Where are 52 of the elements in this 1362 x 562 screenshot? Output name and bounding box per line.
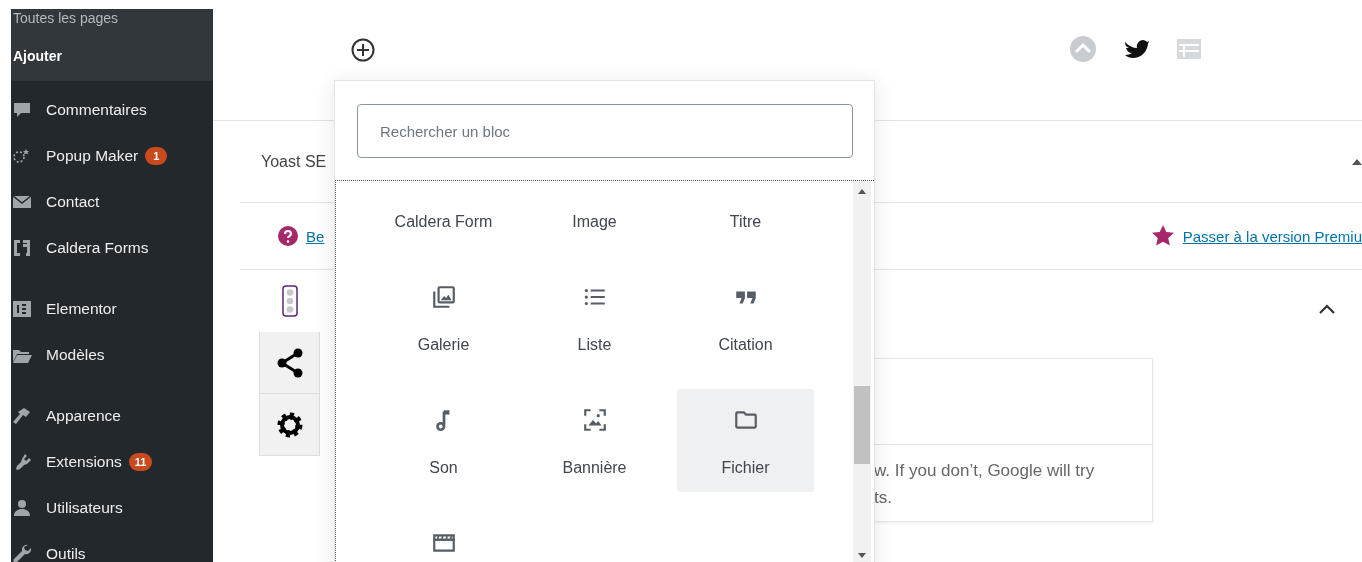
help-icon[interactable] — [278, 226, 298, 246]
sidebar-item[interactable]: Extensions 11 — [11, 439, 213, 485]
sidebar-item[interactable]: Contact — [11, 179, 213, 225]
block-item[interactable]: Bannière — [526, 389, 663, 492]
sidebar-label: Popup Maker — [46, 147, 139, 165]
sidebar-label: Contact — [46, 193, 100, 211]
block-item[interactable]: Fichier — [677, 389, 814, 492]
search-field[interactable]: Rechercher un bloc — [357, 104, 853, 158]
block-item[interactable]: Galerie — [375, 266, 512, 369]
sidebar-label: Utilisateurs — [46, 499, 123, 517]
add-block-button[interactable] — [349, 36, 377, 64]
sidebar-label: Outils — [46, 545, 86, 562]
count-badge: 11 — [128, 453, 153, 471]
sidebar-item[interactable]: Elementor — [11, 286, 213, 332]
collapse-icon[interactable] — [1352, 158, 1362, 165]
block-item[interactable]: Citation — [677, 266, 814, 369]
block-item[interactable]: Liste — [526, 266, 663, 369]
sidebar-label: Modèles — [46, 346, 105, 364]
sidebar-label: Apparence — [46, 407, 121, 425]
panel-title: Yoast SE — [261, 152, 327, 171]
sidebar-item[interactable]: Popup Maker 1 — [11, 133, 213, 179]
panel-tab[interactable] — [259, 332, 320, 394]
help-link[interactable]: Be — [306, 227, 325, 245]
sidebar-item[interactable]: Commentaires — [11, 87, 213, 133]
submenu-item[interactable]: Ajouter — [13, 47, 213, 75]
sidebar-label: Elementor — [46, 300, 117, 318]
block-item[interactable]: Image — [526, 181, 663, 246]
sidebar-item[interactable]: Apparence — [11, 393, 213, 439]
gallery-icon — [430, 284, 457, 310]
share-icon — [276, 346, 303, 379]
sidebar-label: Extensions — [46, 453, 122, 471]
sidebar-item[interactable]: Outils — [11, 531, 213, 562]
chevron-up-icon[interactable] — [1318, 303, 1336, 315]
panel-tab[interactable] — [259, 394, 320, 456]
premium-link[interactable]: Passer à la version Premiu — [1182, 227, 1362, 245]
block-item[interactable]: Caldera Form — [375, 181, 512, 246]
count-badge: 1 — [145, 147, 168, 165]
star-icon — [1150, 224, 1175, 248]
block-item[interactable]: Titre — [677, 181, 814, 246]
scroll-up-icon[interactable] — [858, 189, 866, 194]
sidebar-label: Caldera Forms — [46, 239, 149, 257]
cover-image-icon — [581, 407, 608, 433]
sidebar-item[interactable]: Modèles — [11, 332, 213, 378]
submenu-item[interactable]: Toutes les pages — [13, 9, 213, 47]
block-item[interactable]: Son — [375, 389, 512, 492]
description-text: w. If you don’t, Google will try ts. — [874, 460, 1096, 509]
scroll-down-icon[interactable] — [858, 553, 866, 558]
sidebar-item[interactable]: Caldera Forms — [11, 225, 213, 271]
sidebar-label: Commentaires — [46, 101, 147, 119]
scrollbar-thumb[interactable] — [854, 386, 870, 464]
scrollbar[interactable] — [853, 181, 871, 562]
sidebar-item[interactable]: Utilisateurs — [11, 485, 213, 531]
